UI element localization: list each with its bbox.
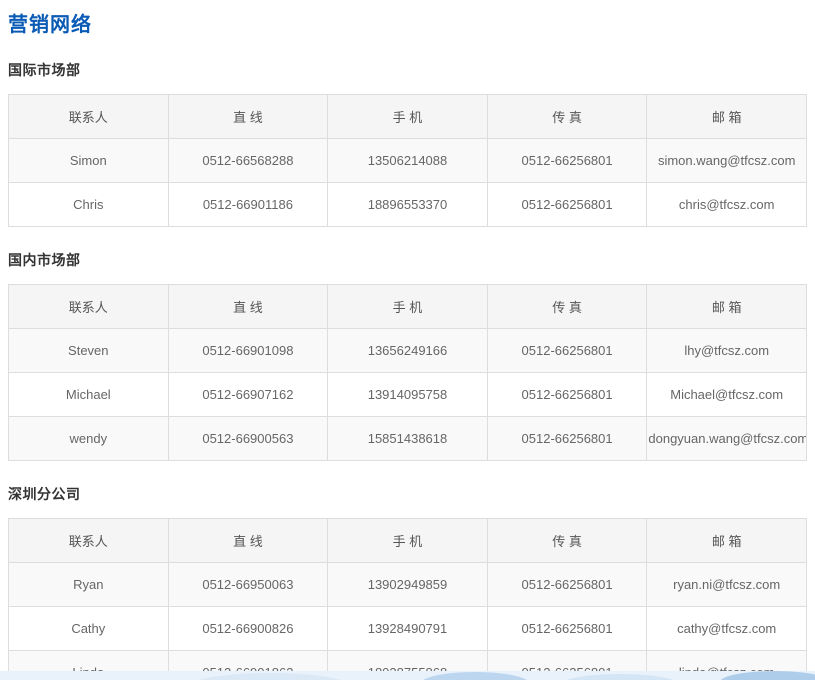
table-row: Simon0512-66568288135062140880512-662568… <box>9 139 807 183</box>
column-header-email: 邮 箱 <box>647 285 807 329</box>
table-header-row: 联系人直 线手 机传 真邮 箱 <box>9 519 807 563</box>
table-row: Cathy0512-66900826139284907910512-662568… <box>9 607 807 651</box>
table-header-row: 联系人直 线手 机传 真邮 箱 <box>9 95 807 139</box>
column-header-email: 邮 箱 <box>647 95 807 139</box>
cell-contact-name: Michael <box>9 373 169 417</box>
cell-email: ryan.ni@tfcsz.com <box>647 563 807 607</box>
cell-contact-name: Ryan <box>9 563 169 607</box>
cell-fax: 0512-66256801 <box>487 607 647 651</box>
cell-email: Michael@tfcsz.com <box>647 373 807 417</box>
cell-email: chris@tfcsz.com <box>647 183 807 227</box>
cell-contact-name: Cathy <box>9 607 169 651</box>
column-header-mobile: 手 机 <box>328 95 488 139</box>
cell-fax: 0512-66256801 <box>487 329 647 373</box>
column-header-direct-line: 直 线 <box>168 285 328 329</box>
cell-mobile: 15851438618 <box>328 417 488 461</box>
cell-fax: 0512-66256801 <box>487 183 647 227</box>
cell-email: lhy@tfcsz.com <box>647 329 807 373</box>
contact-table: 联系人直 线手 机传 真邮 箱Steven0512-66901098136562… <box>8 284 807 461</box>
table-row: Steven0512-66901098136562491660512-66256… <box>9 329 807 373</box>
column-header-fax: 传 真 <box>487 285 647 329</box>
page-title: 营销网络 <box>8 8 807 37</box>
cell-email: cathy@tfcsz.com <box>647 607 807 651</box>
column-header-email: 邮 箱 <box>647 519 807 563</box>
column-header-mobile: 手 机 <box>328 519 488 563</box>
cell-mobile: 13506214088 <box>328 139 488 183</box>
cell-contact-name: wendy <box>9 417 169 461</box>
cell-direct-line: 0512-66901863 <box>168 651 328 680</box>
column-header-contact-name: 联系人 <box>9 285 169 329</box>
column-header-contact-name: 联系人 <box>9 519 169 563</box>
cell-fax: 0512-66256801 <box>487 373 647 417</box>
cell-direct-line: 0512-66901098 <box>168 329 328 373</box>
cell-email: linda@tfcsz.com <box>647 651 807 680</box>
cell-direct-line: 0512-66900563 <box>168 417 328 461</box>
column-header-fax: 传 真 <box>487 519 647 563</box>
contact-table: 联系人直 线手 机传 真邮 箱Ryan0512-6695006313902949… <box>8 518 807 680</box>
section-heading: 深圳分公司 <box>8 484 807 504</box>
table-row: wendy0512-66900563158514386180512-662568… <box>9 417 807 461</box>
contact-table: 联系人直 线手 机传 真邮 箱Simon0512-665682881350621… <box>8 94 807 227</box>
column-header-direct-line: 直 线 <box>168 95 328 139</box>
cell-mobile: 13928490791 <box>328 607 488 651</box>
table-row: Chris0512-66901186188965533700512-662568… <box>9 183 807 227</box>
section-heading: 国内市场部 <box>8 250 807 270</box>
column-header-contact-name: 联系人 <box>9 95 169 139</box>
cell-direct-line: 0512-66568288 <box>168 139 328 183</box>
cell-mobile: 13902949859 <box>328 563 488 607</box>
cell-mobile: 18896553370 <box>328 183 488 227</box>
table-row: Linda0512-66901863180287558680512-662568… <box>9 651 807 680</box>
sections-container: 国际市场部联系人直 线手 机传 真邮 箱Simon0512-6656828813… <box>8 60 807 680</box>
cell-mobile: 13914095758 <box>328 373 488 417</box>
cell-fax: 0512-66256801 <box>487 563 647 607</box>
table-row: Ryan0512-66950063139029498590512-6625680… <box>9 563 807 607</box>
cell-email: dongyuan.wang@tfcsz.com <box>647 417 807 461</box>
column-header-mobile: 手 机 <box>328 285 488 329</box>
table-header-row: 联系人直 线手 机传 真邮 箱 <box>9 285 807 329</box>
table-row: Michael0512-66907162139140957580512-6625… <box>9 373 807 417</box>
cell-contact-name: Simon <box>9 139 169 183</box>
marketing-network-page: 营销网络 国际市场部联系人直 线手 机传 真邮 箱Simon0512-66568… <box>0 0 815 680</box>
cell-direct-line: 0512-66901186 <box>168 183 328 227</box>
cell-fax: 0512-66256801 <box>487 417 647 461</box>
cell-mobile: 18028755868 <box>328 651 488 680</box>
column-header-fax: 传 真 <box>487 95 647 139</box>
column-header-direct-line: 直 线 <box>168 519 328 563</box>
cell-direct-line: 0512-66900826 <box>168 607 328 651</box>
cell-mobile: 13656249166 <box>328 329 488 373</box>
cell-contact-name: Chris <box>9 183 169 227</box>
cell-contact-name: Linda <box>9 651 169 680</box>
section-heading: 国际市场部 <box>8 60 807 80</box>
cell-email: simon.wang@tfcsz.com <box>647 139 807 183</box>
cell-direct-line: 0512-66907162 <box>168 373 328 417</box>
cell-fax: 0512-66256801 <box>487 139 647 183</box>
cell-direct-line: 0512-66950063 <box>168 563 328 607</box>
cell-contact-name: Steven <box>9 329 169 373</box>
cell-fax: 0512-66256801 <box>487 651 647 680</box>
